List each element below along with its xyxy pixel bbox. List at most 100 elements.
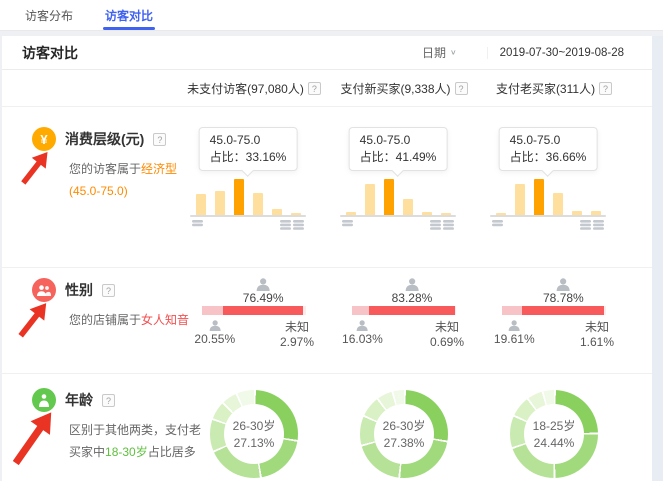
donut-center: 26-30岁 27.13%: [224, 404, 284, 464]
desc-text: 您的访客属于: [69, 162, 141, 176]
consumption-row-label: ¥ 消费层级(元) ? 您的访客属于经济型(45.0-75.0): [2, 107, 179, 267]
female-icon: [556, 278, 571, 291]
bar: [441, 213, 451, 215]
section-age: 年龄 ? 区别于其他两类，支付老买家中18-30岁占比居多 26-30岁: [2, 374, 652, 481]
female-share: 76.49%: [243, 278, 284, 305]
male-share: 16.03%: [342, 320, 383, 346]
axis-line: [340, 215, 456, 217]
section-gender: 性别 ? 您的店铺属于女人知音 76.49%: [2, 268, 652, 374]
donut-center-label: 18-25岁: [533, 419, 576, 433]
male-percent: 20.55%: [194, 333, 235, 346]
page-scroll-gutter[interactable]: [652, 36, 663, 481]
gender-row-label: 性别 ? 您的店铺属于女人知音: [2, 268, 179, 373]
male-segment: [352, 306, 369, 315]
tooltip-range: 45.0-75.0: [510, 132, 587, 149]
column-title: 支付新买家(9,338人): [340, 80, 450, 97]
female-icon: [256, 278, 271, 291]
consumption-chart-unpaid[interactable]: 45.0-75.0 占比：33.16%: [179, 107, 329, 267]
bar: [553, 193, 563, 215]
tab-visitor-distribution[interactable]: 访客分布: [23, 0, 75, 30]
male-icon: [508, 320, 521, 331]
help-icon[interactable]: ?: [455, 82, 468, 95]
bar-tooltip: 45.0-75.0 占比：33.16%: [199, 127, 298, 171]
help-icon[interactable]: ?: [153, 133, 166, 146]
male-percent: 19.61%: [494, 333, 535, 346]
bar: [403, 199, 413, 215]
axis-line: [490, 215, 606, 217]
coin-stack-small-icon: [342, 219, 353, 227]
male-share: 20.55%: [194, 320, 235, 346]
tooltip-label: 占比：: [360, 150, 396, 164]
male-icon: [356, 320, 369, 331]
female-segment: [522, 306, 604, 315]
page-title: 访客对比: [22, 43, 78, 63]
bar: [234, 179, 244, 215]
consumption-chart-new-buyers[interactable]: 45.0-75.0 占比：41.49%: [329, 107, 479, 267]
bar: [346, 212, 356, 215]
help-icon[interactable]: ?: [102, 284, 115, 297]
bar: [422, 212, 432, 215]
donut-center: 18-25岁 24.44%: [524, 404, 584, 464]
bar-tooltip: 45.0-75.0 占比：41.49%: [349, 127, 448, 171]
help-icon[interactable]: ?: [308, 82, 321, 95]
consumption-bar-chart[interactable]: [490, 179, 606, 215]
bar: [196, 194, 206, 215]
female-share: 78.78%: [543, 278, 584, 305]
donut-center-label: 26-30岁: [383, 419, 426, 433]
date-area: 日期 ∨ 2019-07-30~2019-08-28: [422, 44, 624, 61]
female-percent: 76.49%: [243, 292, 284, 305]
chevron-down-icon: ∨: [450, 48, 457, 57]
female-percent: 78.78%: [543, 292, 584, 305]
gender-stacked-bar: [352, 306, 456, 315]
gender-chart-returning-buyers[interactable]: 78.78% 19.61% 未知 1.61%: [479, 268, 629, 373]
column-title: 未支付访客(97,080人): [187, 80, 304, 97]
gender-stacked-bar: [202, 306, 306, 315]
gender-stacked-bar: [502, 306, 606, 315]
unknown-share: 未知 0.69%: [430, 320, 464, 350]
female-percent: 83.28%: [392, 292, 433, 305]
age-chart-new-buyers[interactable]: 26-30岁 27.38%: [329, 374, 479, 481]
column-headers: 未支付访客(97,080人) ? 支付新买家(9,338人) ? 支付老买家(3…: [2, 70, 652, 107]
female-segment: [369, 306, 456, 315]
annotation-arrow-icon: [15, 300, 51, 340]
donut-center: 26-30岁 27.38%: [374, 404, 434, 464]
consumption-chart-returning-buyers[interactable]: 45.0-75.0 占比：36.66%: [479, 107, 629, 267]
axis-line: [190, 215, 306, 217]
date-filter-label: 日期: [422, 44, 446, 61]
gender-chart-unpaid[interactable]: 76.49% 20.55% 未知 2.97%: [179, 268, 329, 373]
coin-stack-large-icon: [580, 219, 604, 231]
coin-stack-large-icon: [430, 219, 454, 231]
tooltip-value: 33.16%: [246, 150, 287, 164]
female-icon: [404, 278, 419, 291]
age-chart-returning-buyers[interactable]: 18-25岁 24.44%: [479, 374, 629, 481]
unknown-segment: [455, 306, 456, 315]
date-filter-dropdown[interactable]: 日期 ∨: [422, 44, 457, 61]
coin-stack-large-icon: [280, 219, 304, 231]
gender-bar-chart: 83.28% 16.03% 未知 0.69%: [352, 278, 456, 348]
donut-center-value: 24.44%: [534, 436, 575, 450]
consumption-bar-chart[interactable]: [190, 179, 306, 215]
tab-visitor-compare[interactable]: 访客对比: [103, 0, 155, 30]
gender-bar-chart: 78.78% 19.61% 未知 1.61%: [502, 278, 606, 348]
help-icon[interactable]: ?: [599, 82, 612, 95]
row-title-gender: 性别: [65, 280, 93, 300]
unknown-percent: 0.69%: [430, 335, 464, 350]
age-chart-unpaid[interactable]: 26-30岁 27.13%: [179, 374, 329, 481]
bar: [515, 184, 525, 215]
consumption-bar-chart[interactable]: [340, 179, 456, 215]
bar: [496, 213, 506, 215]
section-consumption-level: ¥ 消费层级(元) ? 您的访客属于经济型(45.0-75.0) 45.0-75…: [2, 107, 652, 268]
donut-center-value: 27.38%: [384, 436, 425, 450]
annotation-arrow-icon: [15, 149, 55, 187]
male-share: 19.61%: [494, 320, 535, 346]
bar-chart-wrap: [490, 179, 606, 231]
gender-chart-new-buyers[interactable]: 83.28% 16.03% 未知 0.69%: [329, 268, 479, 373]
unknown-percent: 1.61%: [580, 335, 614, 350]
column-header-returning-buyers: 支付老买家(311人) ?: [479, 80, 629, 97]
date-range-value[interactable]: 2019-07-30~2019-08-28: [487, 47, 624, 59]
tooltip-range: 45.0-75.0: [210, 132, 287, 149]
help-icon[interactable]: ?: [102, 394, 115, 407]
column-header-new-buyers: 支付新买家(9,338人) ?: [329, 80, 479, 97]
bar: [365, 184, 375, 215]
male-icon: [208, 320, 221, 331]
